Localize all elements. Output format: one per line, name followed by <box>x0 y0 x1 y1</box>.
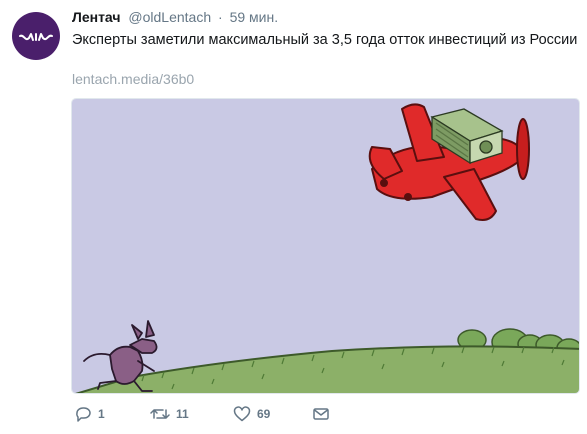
reply-icon <box>76 407 91 422</box>
reply-count: 1 <box>98 407 105 421</box>
tweet-timestamp[interactable]: 59 мин. <box>230 9 279 25</box>
separator-dot: · <box>218 9 223 25</box>
reply-button[interactable]: 1 <box>74 403 105 425</box>
like-count: 69 <box>257 407 271 421</box>
tweet-card[interactable]: Лентач @oldLentach · 59 мин. Эксперты за… <box>0 0 587 434</box>
tweet-link[interactable]: lentach.media/36b0 <box>72 71 194 87</box>
retweet-icon <box>150 409 170 419</box>
retweet-button[interactable]: 11 <box>150 403 189 425</box>
tweet-header: Лентач @oldLentach · 59 мин. <box>72 9 278 25</box>
envelope-icon <box>313 408 329 420</box>
cartoon-illustration <box>72 99 579 393</box>
direct-message-button[interactable] <box>312 403 330 425</box>
tweet-actions: 1 11 69 <box>72 403 372 425</box>
tweet-text: Эксперты заметили максимальный за 3,5 го… <box>72 32 578 48</box>
author-handle[interactable]: @oldLentach <box>128 9 211 25</box>
lentach-logo-icon <box>19 33 53 41</box>
tweet-media-image[interactable] <box>71 98 580 394</box>
author-avatar[interactable] <box>12 12 60 60</box>
author-name[interactable]: Лентач <box>72 9 121 25</box>
like-button[interactable]: 69 <box>233 403 270 425</box>
retweet-count: 11 <box>176 407 189 421</box>
heart-icon <box>233 406 251 422</box>
